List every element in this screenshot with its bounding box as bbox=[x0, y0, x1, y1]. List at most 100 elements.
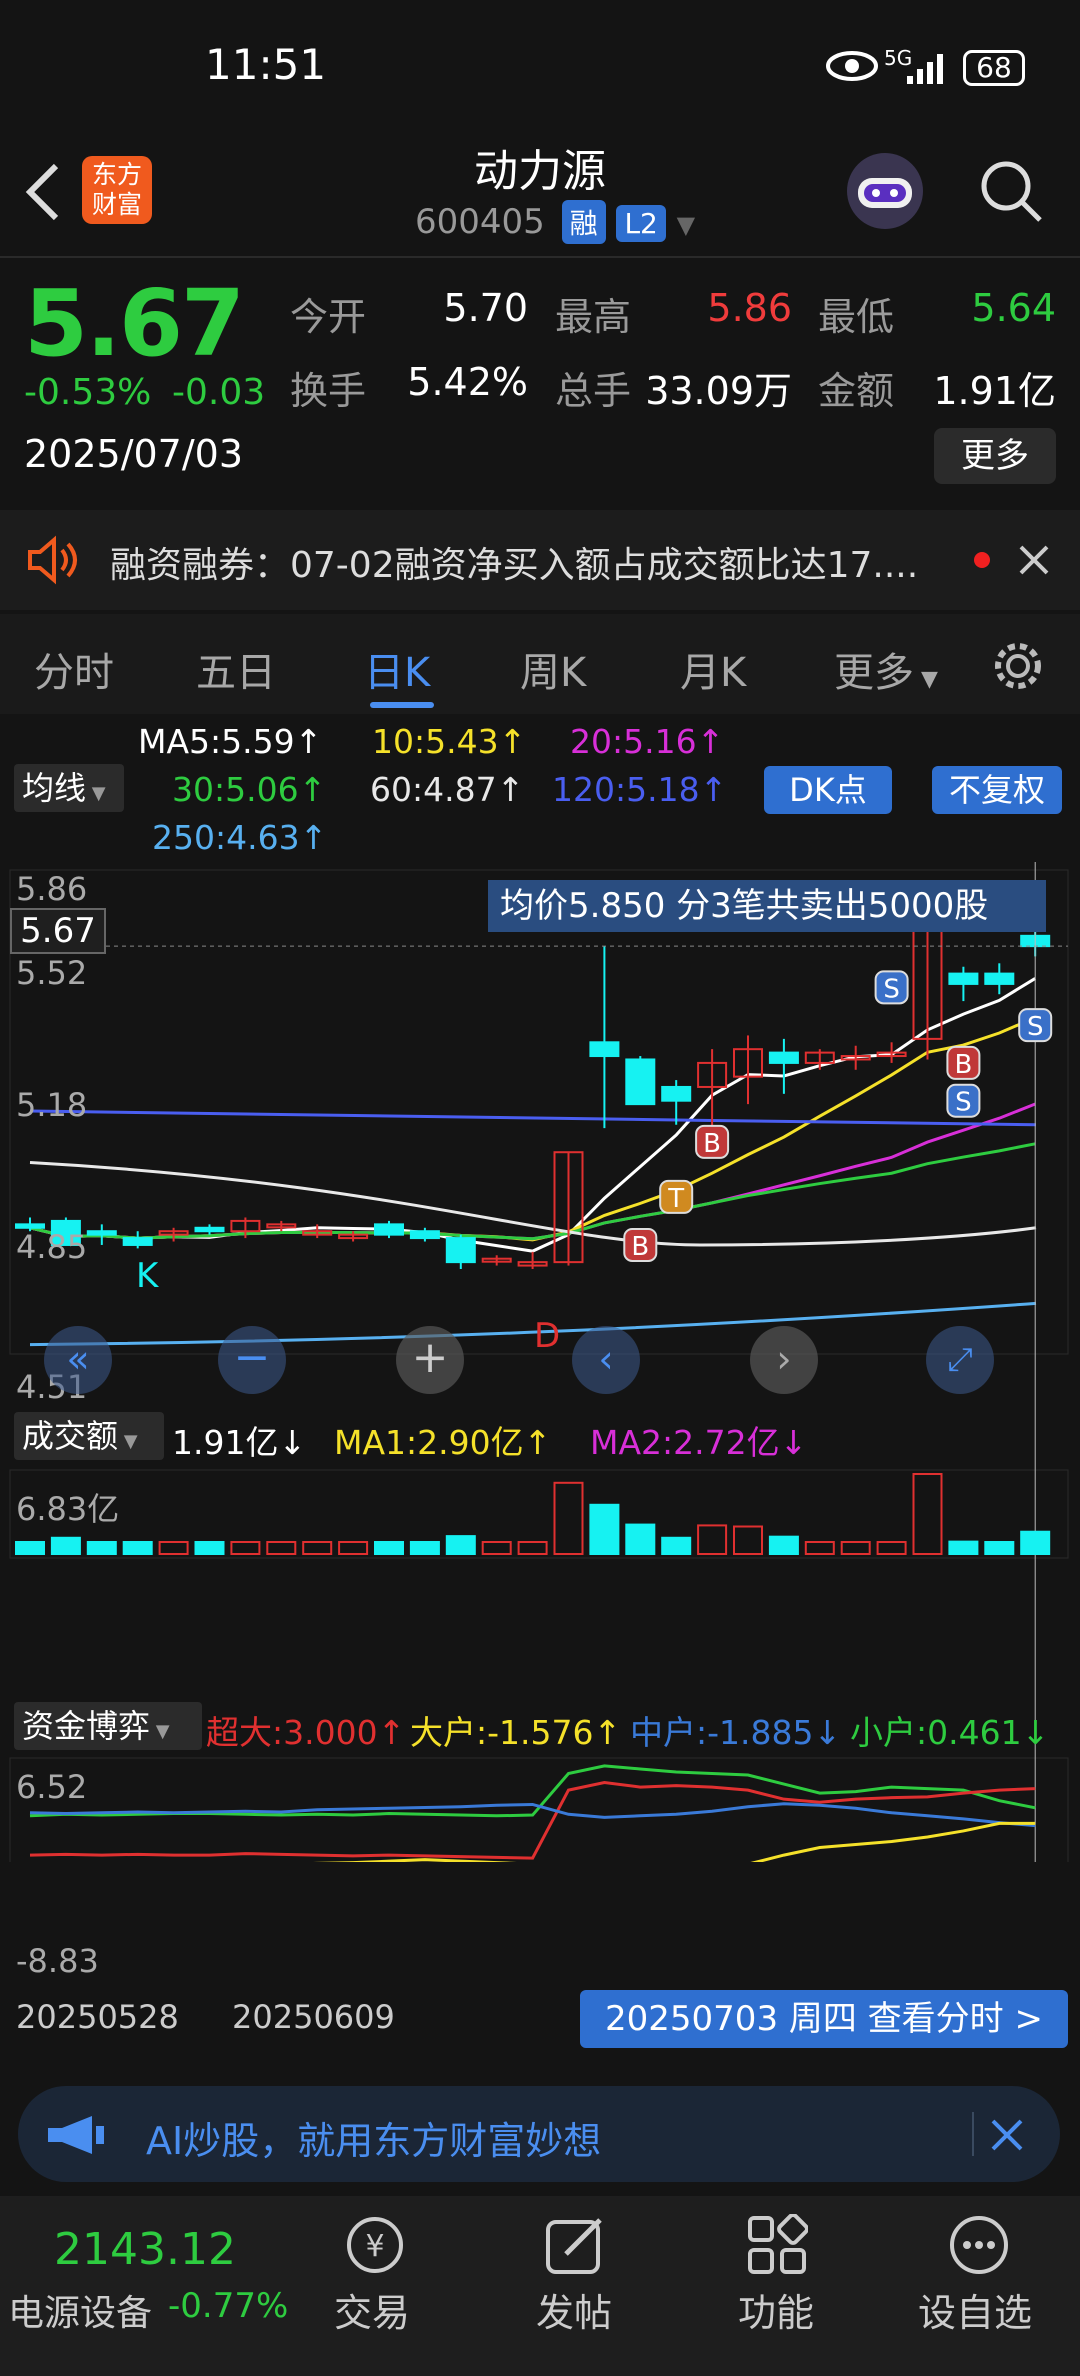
tab-rik[interactable]: 日K bbox=[364, 640, 430, 698]
volume-selector-label: 成交额 bbox=[22, 1417, 119, 1455]
view-intraday-button[interactable]: 20250703 周四 查看分时 > bbox=[580, 1990, 1068, 2048]
change-amount: -0.03 bbox=[172, 372, 266, 413]
fund-super: 超大:3.000↑ bbox=[206, 1713, 406, 1752]
zoom-out-icon[interactable]: − bbox=[218, 1326, 286, 1394]
nav-watchlist[interactable]: 设自选 bbox=[918, 2282, 1032, 2337]
volume-bar bbox=[625, 1523, 656, 1555]
sell-marker-label: S bbox=[955, 1088, 972, 1118]
trade-yen-icon: ¥ bbox=[347, 2217, 403, 2273]
volume-ma1: MA1:2.90亿↑ bbox=[334, 1423, 552, 1462]
amount-label: 金额 bbox=[818, 369, 895, 413]
ma10-value: 10:5.43↑ bbox=[372, 722, 527, 761]
megaphone-icon bbox=[48, 2116, 104, 2154]
open-label: 今开 bbox=[290, 295, 367, 339]
candle-body bbox=[122, 1237, 153, 1246]
scroll-left-icon[interactable]: ‹ bbox=[572, 1326, 640, 1394]
scroll-right-icon[interactable]: › bbox=[750, 1326, 818, 1394]
margin-tag: 融 bbox=[561, 200, 606, 244]
volume-bar bbox=[840, 1541, 871, 1555]
scroll-left-fast-icon[interactable]: « bbox=[44, 1326, 112, 1394]
candle-body bbox=[625, 1058, 656, 1106]
more-button[interactable]: 更多 bbox=[934, 428, 1056, 484]
volume-frame bbox=[9, 1469, 1069, 1559]
high-value: 5.86 bbox=[707, 286, 792, 330]
volume-y-top: 6.83亿 bbox=[16, 1490, 120, 1528]
fund-small: 小户:0.461↓ bbox=[850, 1713, 1050, 1752]
notice-bar[interactable]: 融资融券：07-02融资净买入额占成交额比达17.... bbox=[0, 510, 1080, 610]
y-label-3: 5.18 bbox=[16, 1086, 88, 1124]
turnover-label: 换手 bbox=[290, 369, 367, 413]
ma120-value: 120:5.18↑ bbox=[552, 770, 728, 809]
search-icon[interactable] bbox=[978, 158, 1044, 224]
robot-avatar-icon[interactable] bbox=[840, 148, 930, 234]
close-icon[interactable] bbox=[990, 2118, 1024, 2152]
volume-bar bbox=[948, 1540, 979, 1555]
volume-bar bbox=[338, 1541, 369, 1555]
fullscreen-icon[interactable]: ⤢ bbox=[926, 1326, 994, 1394]
sector-name[interactable]: 电源设备 bbox=[8, 2284, 152, 2336]
level2-tag: L2 bbox=[616, 205, 666, 242]
y-label-top: 5.86 bbox=[16, 870, 88, 908]
marker-d: D bbox=[534, 1316, 561, 1356]
low-value: 5.64 bbox=[971, 286, 1056, 330]
sell-marker-label: S bbox=[883, 974, 900, 1004]
tab-fenshi[interactable]: 分时 bbox=[34, 640, 114, 698]
fund-super-line bbox=[29, 1781, 1036, 1860]
volume-bar bbox=[194, 1541, 225, 1555]
volume-bar bbox=[733, 1525, 763, 1556]
post-edit-icon bbox=[546, 2218, 602, 2274]
candle-body bbox=[661, 1085, 692, 1102]
marker-k: K bbox=[136, 1256, 159, 1296]
eye-icon bbox=[826, 51, 878, 81]
volume-bar bbox=[984, 1541, 1015, 1555]
nav-trade[interactable]: 交易 bbox=[334, 2282, 410, 2337]
volume-bar bbox=[445, 1535, 476, 1555]
open-value: 5.70 bbox=[443, 286, 528, 330]
volume-bar bbox=[302, 1541, 333, 1555]
tab-wuri[interactable]: 五日 bbox=[196, 640, 276, 698]
volume-bar bbox=[409, 1541, 440, 1555]
volume-bar bbox=[122, 1541, 153, 1555]
nav-function[interactable]: 功能 bbox=[738, 2282, 814, 2337]
bottom-nav: 2143.12 电源设备 -0.77% ¥ 交易 发帖 功能 设自选 bbox=[0, 2196, 1080, 2376]
candle-body bbox=[768, 1051, 799, 1064]
tab-zhouk[interactable]: 周K bbox=[520, 640, 586, 698]
ad-banner[interactable]: AI炒股，就用东方财富妙想 bbox=[18, 2086, 1060, 2182]
tab-yuek[interactable]: 月K bbox=[680, 640, 746, 698]
x-label-2: 20250609 bbox=[232, 1998, 395, 2036]
sector-index-value[interactable]: 2143.12 bbox=[54, 2224, 236, 2275]
candle-body bbox=[86, 1230, 117, 1236]
volume-selector[interactable]: 成交额 ▼ bbox=[14, 1412, 164, 1460]
zoom-in-icon[interactable]: + bbox=[396, 1326, 464, 1394]
y-label-2: 5.52 bbox=[16, 954, 88, 992]
close-icon[interactable] bbox=[1018, 544, 1050, 576]
ma250-line bbox=[29, 1301, 1037, 1347]
nav-post[interactable]: 发帖 bbox=[536, 2282, 612, 2337]
sell-marker-label: S bbox=[1027, 1012, 1044, 1042]
fund-selector[interactable]: 资金博弈 ▼ bbox=[14, 1702, 202, 1750]
adjust-button[interactable]: 不复权 bbox=[932, 766, 1062, 814]
notice-text: 融资融券：07-02融资净买入额占成交额比达17.... bbox=[110, 545, 919, 586]
amount-value: 1.91亿 bbox=[933, 369, 1056, 413]
ma5-value: MA5:5.59↑ bbox=[138, 722, 323, 761]
candle-body bbox=[194, 1226, 225, 1233]
ma60-value: 60:4.87↑ bbox=[370, 770, 525, 809]
volume-bar bbox=[517, 1541, 548, 1555]
ma30-value: 30:5.06↑ bbox=[172, 770, 327, 809]
buy-marker-label: B bbox=[703, 1129, 721, 1159]
status-time: 11:51 bbox=[205, 40, 327, 89]
dk-point-button[interactable]: DK点 bbox=[764, 766, 892, 814]
volume-bar bbox=[876, 1541, 907, 1555]
volume-bar bbox=[266, 1541, 297, 1555]
tab-indicator bbox=[370, 702, 434, 708]
candle-body bbox=[409, 1230, 440, 1240]
volume-bar bbox=[589, 1503, 620, 1556]
stock-code-row[interactable]: 600405 融 L2 ▼ bbox=[415, 200, 695, 244]
candle-body bbox=[445, 1237, 476, 1264]
ma-selector[interactable]: 均线 ▼ bbox=[14, 764, 124, 812]
settings-gear-icon[interactable] bbox=[990, 638, 1046, 694]
tab-more[interactable]: 更多 ▼ bbox=[834, 640, 938, 698]
buy-marker-label: B bbox=[954, 1050, 972, 1080]
more-dots-icon bbox=[950, 2216, 1008, 2274]
t-marker-label: T bbox=[667, 1184, 684, 1214]
